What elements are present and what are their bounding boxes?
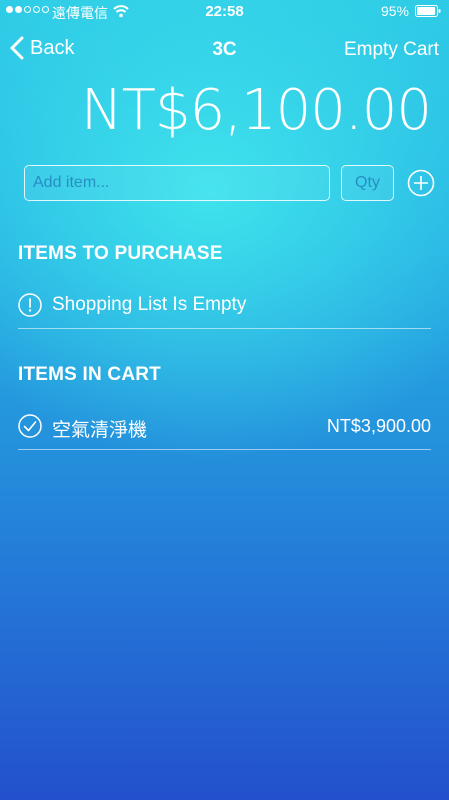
cart-total: NT$6,100.00 [80, 78, 432, 143]
status-bar: 遠傳電信 22:58 95% [0, 0, 449, 24]
empty-list-row: Shopping List Is Empty [18, 282, 431, 329]
items-in-cart-header: ITEMS IN CART [18, 364, 161, 385]
add-item-input[interactable] [24, 165, 330, 201]
quantity-input[interactable] [341, 165, 394, 201]
battery-icon [415, 5, 441, 17]
cart-item-price: NT$3,900.00 [326, 416, 431, 436]
cart-item-row[interactable]: 空氣清淨機 NT$3,900.00 [18, 403, 431, 450]
checkmark-circle-icon[interactable] [18, 414, 42, 438]
cart-item-name: 空氣清淨機 [52, 420, 148, 441]
items-to-purchase-header: ITEMS TO PURCHASE [18, 243, 223, 264]
add-item-form [24, 165, 435, 201]
exclamation-circle-icon [18, 293, 42, 317]
empty-cart-button[interactable]: Empty Cart [344, 39, 439, 61]
navigation-bar: Back 3C Empty Cart [0, 30, 449, 70]
plus-circle-icon[interactable] [407, 169, 435, 197]
battery-percent: 95% [380, 3, 409, 19]
empty-list-message: Shopping List Is Empty [52, 294, 247, 315]
